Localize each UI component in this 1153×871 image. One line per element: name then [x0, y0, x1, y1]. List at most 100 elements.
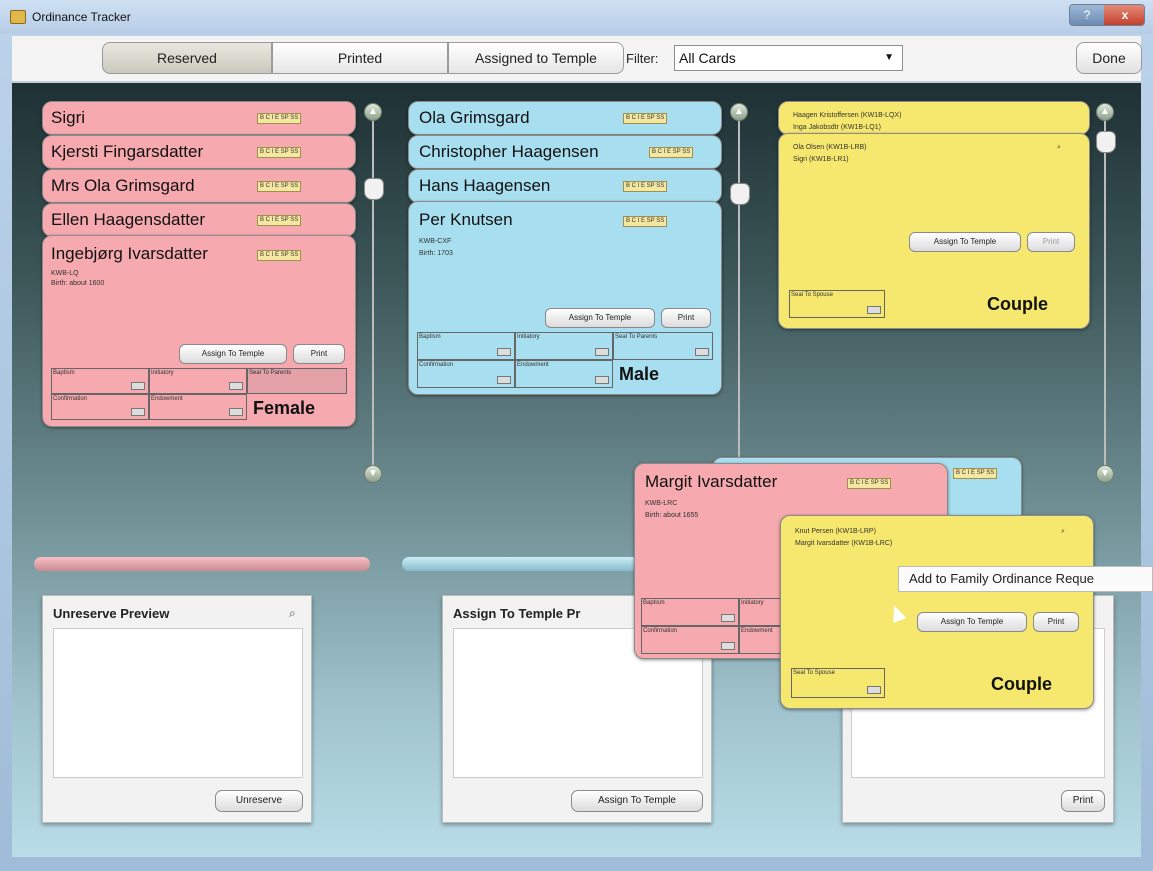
birth-date: Birth: about 1600	[51, 280, 105, 287]
title-bar: Ordinance Tracker ? x	[0, 0, 1153, 34]
person-card[interactable]: Ola Grimsgard B C I E SP SS	[408, 101, 722, 135]
couple-card-expanded[interactable]: Ola Olsen (KW1B-LRB) Sigri (KW1B-LR1) ⌕ …	[778, 133, 1090, 329]
couple-card[interactable]: Haagen Kristoffersen (KW1B-LQX) Inga Jak…	[778, 101, 1090, 135]
tab-printed[interactable]: Printed	[272, 42, 448, 74]
assign-to-temple-button[interactable]: Assign To Temple	[571, 790, 703, 812]
filter-value: All Cards	[679, 50, 736, 66]
scroll-track-3[interactable]	[1104, 105, 1106, 475]
preview-area	[53, 628, 303, 778]
help-button[interactable]: ?	[1070, 5, 1104, 25]
couple-label: Couple	[991, 674, 1052, 694]
cell-label: Baptism	[643, 600, 665, 606]
endowment-cell[interactable]: Endowment	[515, 360, 613, 388]
baptism-cell[interactable]: Baptism	[641, 598, 739, 626]
wife-line: Margit Ivarsdatter (KW1B-LRC)	[795, 540, 893, 547]
zoom-icon[interactable]: ⌕	[1057, 144, 1061, 152]
person-id: KWB-LQ	[51, 270, 79, 277]
card-name: Sigri	[51, 108, 86, 127]
scroll-track-2[interactable]	[738, 105, 740, 475]
seal-to-spouse-cell[interactable]: Seal To Spouse	[791, 668, 885, 698]
initiatory-cell[interactable]: Initiatory	[149, 368, 247, 394]
card-name: Ellen Haagensdatter	[51, 210, 206, 229]
cell-label: Baptism	[53, 370, 75, 376]
cell-label: Confirmation	[419, 362, 454, 368]
panel-title: Assign To Temple Pr	[453, 606, 581, 621]
person-card[interactable]: Sigri B C I E SP SS	[42, 101, 356, 135]
person-id: KWB-LRC	[645, 500, 678, 507]
husband-line: Haagen Kristoffersen (KW1B-LQX)	[793, 112, 902, 119]
print-button[interactable]: Print	[293, 344, 345, 364]
cell-label: Seal To Parents	[249, 370, 292, 376]
done-button[interactable]: Done	[1076, 42, 1142, 74]
person-card[interactable]: Hans Haagensen B C I E SP SS	[408, 169, 722, 203]
pink-drop-platform[interactable]	[34, 557, 370, 571]
print-button[interactable]: Print	[1033, 612, 1079, 632]
scroll-down-icon[interactable]: ▼	[1096, 465, 1114, 483]
print-button[interactable]: Print	[1061, 790, 1105, 812]
print-button[interactable]: Print	[661, 308, 711, 328]
confirmation-cell[interactable]: Confirmation	[51, 394, 149, 420]
ordinance-badge: B C I E SP SS	[847, 478, 892, 489]
zoom-icon[interactable]: ⌕	[289, 606, 296, 621]
drag-hand-icon[interactable]	[1096, 131, 1116, 153]
cell-label: Confirmation	[53, 396, 88, 402]
temple-icon	[721, 642, 735, 650]
cell-label: Initiatory	[741, 600, 764, 606]
initiatory-cell[interactable]: Initiatory	[515, 332, 613, 360]
card-name: Christopher Haagensen	[419, 142, 599, 161]
app-icon	[10, 10, 26, 24]
couple-label: Couple	[987, 294, 1048, 314]
temple-icon	[721, 614, 735, 622]
endowment-cell[interactable]: Endowment	[149, 394, 247, 420]
person-card-expanded[interactable]: Per Knutsen B C I E SP SS KWB-CXF Birth:…	[408, 201, 722, 395]
filter-dropdown[interactable]: All Cards ▼	[674, 45, 903, 71]
assign-to-temple-button[interactable]: Assign To Temple	[917, 612, 1027, 632]
scroll-up-icon[interactable]: ▲	[730, 103, 748, 121]
person-card[interactable]: Kjersti Fingarsdatter B C I E SP SS	[42, 135, 356, 169]
temple-icon	[497, 376, 511, 384]
unreserve-button[interactable]: Unreserve	[215, 790, 303, 812]
assign-to-temple-button[interactable]: Assign To Temple	[909, 232, 1021, 252]
temple-icon	[497, 348, 511, 356]
tab-reserved[interactable]: Reserved	[102, 42, 272, 74]
temple-icon	[595, 348, 609, 356]
confirmation-cell[interactable]: Confirmation	[641, 626, 739, 654]
drag-hand-icon[interactable]	[364, 178, 384, 200]
confirmation-cell[interactable]: Confirmation	[417, 360, 515, 388]
ordinance-badge: B C I E SP SS	[649, 147, 694, 158]
assign-to-temple-button[interactable]: Assign To Temple	[179, 344, 287, 364]
seal-to-parents-cell[interactable]: Seal To Parents	[247, 368, 347, 394]
person-card[interactable]: Christopher Haagensen B C I E SP SS	[408, 135, 722, 169]
assign-to-temple-button[interactable]: Assign To Temple	[545, 308, 655, 328]
scroll-up-icon[interactable]: ▲	[364, 103, 382, 121]
baptism-cell[interactable]: Baptism	[417, 332, 515, 360]
close-button[interactable]: x	[1104, 5, 1144, 25]
ordinance-badge: B C I E SP SS	[623, 113, 668, 124]
dragged-couple-card[interactable]: Knut Persen (KW1B-LRP) Margit Ivarsdatte…	[780, 515, 1094, 709]
cell-label: Endowment	[741, 628, 773, 634]
scroll-down-icon[interactable]: ▼	[364, 465, 382, 483]
cell-label: Seal To Spouse	[791, 292, 833, 298]
window-controls: ? x	[1069, 4, 1145, 26]
drag-hand-icon[interactable]	[730, 183, 750, 205]
temple-icon	[229, 408, 243, 416]
ordinance-badge: B C I E SP SS	[257, 113, 302, 124]
scroll-up-icon[interactable]: ▲	[1096, 103, 1114, 121]
tab-assigned-to-temple[interactable]: Assigned to Temple	[448, 42, 624, 74]
seal-to-spouse-cell[interactable]: Seal To Spouse	[789, 290, 885, 318]
temple-icon	[595, 376, 609, 384]
app-window: Ordinance Tracker ? x Reserved Printed A…	[0, 0, 1153, 871]
baptism-cell[interactable]: Baptism	[51, 368, 149, 394]
ordinance-badge: B C I E SP SS	[953, 468, 998, 479]
cell-label: Confirmation	[643, 628, 678, 634]
person-card[interactable]: Mrs Ola Grimsgard B C I E SP SS	[42, 169, 356, 203]
tooltip: Add to Family Ordinance Reque	[898, 566, 1153, 592]
seal-to-parents-cell[interactable]: Seal To Parents	[613, 332, 713, 360]
person-card-expanded[interactable]: Ingebjørg Ivarsdatter B C I E SP SS KWB-…	[42, 235, 356, 427]
print-button[interactable]: Print	[1027, 232, 1075, 252]
person-card[interactable]: Ellen Haagensdatter B C I E SP SS	[42, 203, 356, 237]
zoom-icon[interactable]: ⌕	[1061, 528, 1065, 536]
cell-label: Seal To Parents	[615, 334, 658, 340]
scroll-track-1[interactable]	[372, 105, 374, 475]
husband-line: Ola Olsen (KW1B-LRB)	[793, 144, 867, 151]
